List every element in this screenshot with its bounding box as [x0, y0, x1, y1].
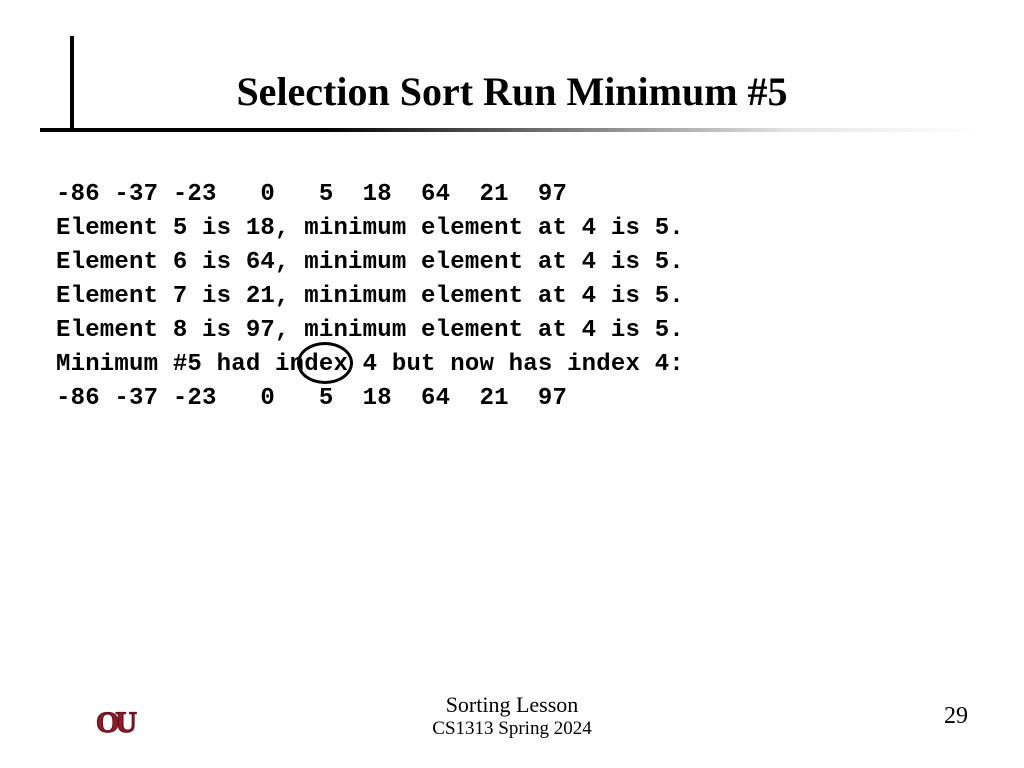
slide: Selection Sort Run Minimum #5 -86 -37 -2…	[0, 0, 1024, 768]
slide-body: -86 -37 -23 0 5 18 64 21 97 Element 5 is…	[56, 144, 684, 450]
footer-lesson: Sorting Lesson	[0, 692, 1024, 718]
code-line: -86 -37 -23 0 5 18 64 21 97	[56, 181, 567, 208]
title-rule-horizontal	[40, 128, 984, 132]
footer-center: Sorting Lesson CS1313 Spring 2024	[0, 692, 1024, 740]
footer-course: CS1313 Spring 2024	[0, 718, 1024, 740]
code-line: -86 -37 -23 0 5 18 64 21 97	[56, 385, 567, 412]
code-line: Element 5 is 18, minimum element at 4 is…	[56, 215, 684, 242]
code-line: Element 8 is 97, minimum element at 4 is…	[56, 317, 684, 344]
page-number: 29	[944, 703, 968, 730]
slide-title: Selection Sort Run Minimum #5	[0, 68, 1024, 115]
code-line: Element 6 is 64, minimum element at 4 is…	[56, 249, 684, 276]
code-line: Minimum #5 had index 4 but now has index…	[56, 351, 684, 378]
slide-footer: OU Sorting Lesson CS1313 Spring 2024 29	[0, 692, 1024, 742]
code-line: Element 7 is 21, minimum element at 4 is…	[56, 283, 684, 310]
